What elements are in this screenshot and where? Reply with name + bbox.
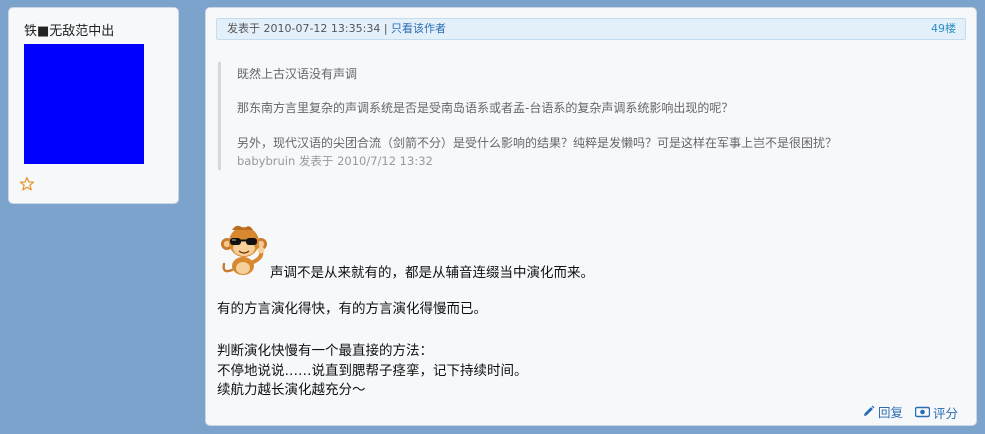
quote-line: 既然上古汉语没有声调 xyxy=(237,67,358,81)
rate-icon xyxy=(914,406,930,418)
quote-block: 既然上古汉语没有声调 那东南方言里复杂的声调系统是否是受南岛语系或者孟-台语系的… xyxy=(218,62,958,170)
post-panel: 发表于 2010-07-12 13:35:34 | 只看该作者 49楼 既然上古… xyxy=(205,7,977,426)
reply-label: 回复 xyxy=(877,405,903,420)
quote-attribution: babybruin 发表于 2010/7/12 13:32 xyxy=(237,154,433,168)
post-body-line: 不停地说说……说直到腮帮子痉挛，记下持续时间。 xyxy=(217,363,528,379)
post-body-line: 有的方言演化得快，有的方言演化得慢而已。 xyxy=(217,301,487,317)
post-body-line: 声调不是从来就有的，都是从辅音连缀当中演化而来。 xyxy=(270,265,594,281)
rate-button[interactable]: 评分 xyxy=(914,403,958,422)
floor-number[interactable]: 49楼 xyxy=(931,19,956,39)
quote-line: 另外，现代汉语的尖团合流（剑箭不分）是受什么影响的结果？纯粹是发懒吗？可是这样在… xyxy=(237,136,838,150)
user-card: 铁■无敌范中出 xyxy=(8,7,179,204)
reply-button[interactable]: 回复 xyxy=(862,402,903,421)
avatar[interactable] xyxy=(24,44,144,164)
post-body-line: 判断演化快慢有一个最直接的方法： xyxy=(217,343,433,359)
cool-monkey-icon xyxy=(221,225,267,275)
post-actions: 回复 评分 xyxy=(854,402,958,422)
post-body-line: 续航力越长演化越充分～ xyxy=(217,382,366,398)
header-separator: | xyxy=(383,22,388,35)
username[interactable]: 铁■无敌范中出 xyxy=(24,20,114,39)
post-header: 发表于 2010-07-12 13:35:34 | 只看该作者 49楼 xyxy=(216,18,966,40)
quote-line: 那东南方言里复杂的声调系统是否是受南岛语系或者孟-台语系的复杂声调系统影响出现的… xyxy=(237,101,734,115)
rate-label: 评分 xyxy=(932,405,958,421)
pencil-icon xyxy=(863,405,875,416)
star-icon[interactable] xyxy=(19,176,35,192)
post-timestamp: 发表于 2010-07-12 13:35:34 xyxy=(227,22,381,35)
only-author-link[interactable]: 只看该作者 xyxy=(391,22,446,35)
